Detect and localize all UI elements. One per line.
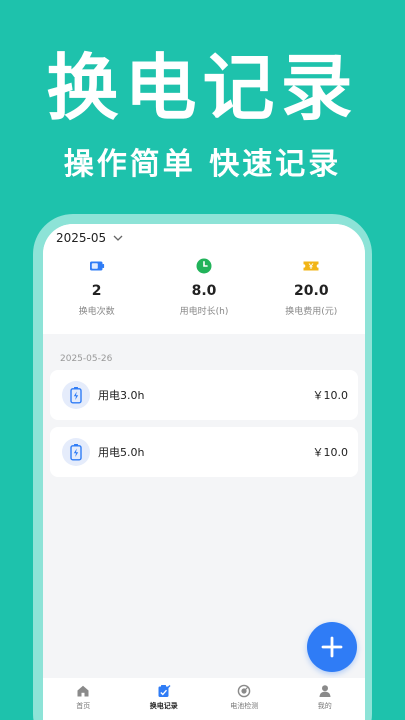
stat-swap-cost: 20.0 换电费用(元): [258, 257, 365, 327]
promo-title: 换电记录: [46, 46, 359, 130]
record-icon: [62, 381, 90, 409]
chevron-down-icon: [113, 235, 123, 241]
user-icon: [319, 685, 331, 697]
record-item[interactable]: 用电3.0h ￥10.0: [50, 370, 358, 420]
home-icon: [77, 685, 89, 697]
stat-usage-hours: 8.0 用电时长(h): [150, 257, 257, 327]
nav-item-battery-check[interactable]: 电池检测: [204, 678, 285, 720]
record-item[interactable]: 用电5.0h ￥10.0: [50, 427, 358, 477]
record-amount: ￥10.0: [312, 446, 349, 459]
record-title: 用电3.0h: [98, 389, 145, 402]
record-amount: ￥10.0: [312, 389, 349, 402]
record-date: 2025-05-26: [60, 354, 113, 364]
stat-value: 2: [91, 283, 102, 299]
stat-value: 20.0: [294, 283, 329, 299]
bottom-nav: 首页 换电记录 电池检测 我的: [43, 678, 365, 720]
stat-value: 8.0: [191, 283, 217, 299]
summary-header: 2025-05 2 换电次数 8.0 用电时长(h) 20.0 换电费用(元): [43, 224, 365, 334]
nav-label: 我的: [317, 702, 332, 710]
month-value: 2025-05: [56, 231, 107, 245]
nav-item-profile[interactable]: 我的: [285, 678, 366, 720]
add-record-button[interactable]: [307, 622, 357, 672]
plus-icon: [321, 636, 343, 658]
battery-icon: [89, 261, 104, 271]
nav-label: 首页: [76, 702, 91, 710]
stats-row: 2 换电次数 8.0 用电时长(h) 20.0 换电费用(元): [43, 257, 365, 327]
month-selector[interactable]: 2025-05: [56, 230, 125, 246]
ticket-icon: [303, 261, 319, 271]
records-icon: [158, 685, 171, 697]
app-screen: 2025-05 2 换电次数 8.0 用电时长(h) 20.0 换电费用(元) …: [43, 224, 365, 720]
promo-subtitle: 操作简单 快速记录: [63, 147, 342, 182]
battery-bolt-icon: [70, 444, 82, 461]
battery-check-icon: [237, 684, 251, 698]
clock-icon: [196, 258, 212, 274]
stat-label: 换电费用(元): [285, 307, 338, 317]
stat-label: 换电次数: [78, 307, 115, 317]
nav-label: 换电记录: [149, 702, 178, 710]
battery-bolt-icon: [70, 387, 82, 404]
stat-label: 用电时长(h): [179, 307, 229, 317]
record-icon: [62, 438, 90, 466]
nav-item-home[interactable]: 首页: [43, 678, 124, 720]
record-title: 用电5.0h: [98, 446, 145, 459]
nav-item-records[interactable]: 换电记录: [124, 678, 205, 720]
nav-label: 电池检测: [230, 702, 259, 710]
stat-swap-count: 2 换电次数: [43, 257, 150, 327]
